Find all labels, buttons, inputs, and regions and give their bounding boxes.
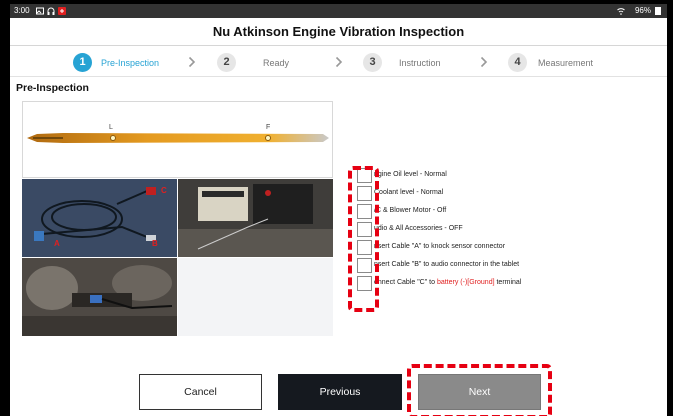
step-1-label: Pre-Inspection: [101, 58, 160, 68]
knock-sensor-illustration: [22, 258, 177, 336]
engine-bay-image: [178, 179, 333, 257]
image-icon: [36, 7, 44, 15]
cancel-button[interactable]: Cancel: [139, 374, 262, 410]
engine-bay-illustration: [178, 179, 333, 257]
cable-label-b: B: [152, 239, 158, 248]
battery-percent: 96%: [634, 6, 651, 15]
step-4-label: Measurement: [538, 58, 594, 68]
check-label: ngine Oil level - Normal: [374, 171, 447, 178]
status-time: 3:00: [14, 6, 30, 15]
check-label: onnect Cable "C" to battery (-)[Ground] …: [374, 279, 521, 286]
app-window: 3:00 96% Nu Atkinson Engine Vibration In…: [10, 4, 667, 416]
check-label-highlight: battery (-)[Ground]: [436, 279, 495, 286]
check-label: /C & Blower Motor - Off: [374, 207, 447, 214]
checkbox-highlight-outline: [348, 166, 379, 312]
check-label: nsert Cable "A" to knock sensor connecto…: [374, 243, 506, 250]
chevron-right-icon: [480, 56, 488, 68]
step-3-number: 3: [363, 53, 382, 72]
headset-icon: [47, 7, 55, 15]
next-highlight-outline: [407, 364, 552, 416]
check-label-before: onnect Cable "C" to: [374, 279, 437, 286]
check-label: udio & All Accessories - OFF: [374, 225, 463, 232]
step-2-label: Ready: [263, 58, 290, 68]
title-bar: Nu Atkinson Engine Vibration Inspection: [10, 18, 667, 46]
check-coolant[interactable]: Coolant level - Normal: [357, 185, 657, 203]
check-cable-c[interactable]: onnect Cable "C" to battery (-)[Ground] …: [357, 275, 657, 293]
page-title: Nu Atkinson Engine Vibration Inspection: [212, 24, 465, 39]
stepper: 1 Pre-Inspection 2 Ready 3 Instruction 4…: [10, 47, 667, 77]
wifi-icon: [617, 8, 625, 15]
step-3-label: Instruction: [399, 58, 441, 68]
check-label: Coolant level - Normal: [374, 189, 444, 196]
step-2-number: 2: [217, 53, 236, 72]
cable-label-a: A: [54, 239, 60, 248]
check-cable-a[interactable]: nsert Cable "A" to knock sensor connecto…: [357, 239, 657, 257]
chevron-right-icon: [335, 56, 343, 68]
knock-sensor-image: [22, 258, 177, 336]
check-engine-oil[interactable]: ngine Oil level - Normal: [357, 167, 657, 185]
dipstick-label-f: F: [266, 124, 271, 131]
cable-label-c: C: [161, 186, 167, 195]
chevron-right-icon: [188, 56, 196, 68]
dipstick-illustration: [27, 133, 329, 143]
dipstick-image: L F: [22, 101, 333, 178]
check-audio-accessories[interactable]: udio & All Accessories - OFF: [357, 221, 657, 239]
cable-image: A B C: [22, 179, 177, 257]
section-title: Pre-Inspection: [16, 82, 89, 94]
battery-icon: [655, 7, 661, 15]
empty-image-slot: [178, 258, 333, 336]
check-ac-blower[interactable]: /C & Blower Motor - Off: [357, 203, 657, 221]
dipstick-label-l: L: [109, 124, 113, 131]
check-label-after: terminal: [494, 279, 522, 286]
notification-icon: [58, 7, 66, 15]
check-cable-b[interactable]: nsert Cable "B" to audio connector in th…: [357, 257, 657, 275]
step-1-number: 1: [73, 53, 92, 72]
status-bar: 3:00 96%: [10, 4, 667, 18]
step-4-number: 4: [508, 53, 527, 72]
previous-button[interactable]: Previous: [278, 374, 402, 410]
check-label: nsert Cable "B" to audio connector in th…: [374, 261, 520, 268]
